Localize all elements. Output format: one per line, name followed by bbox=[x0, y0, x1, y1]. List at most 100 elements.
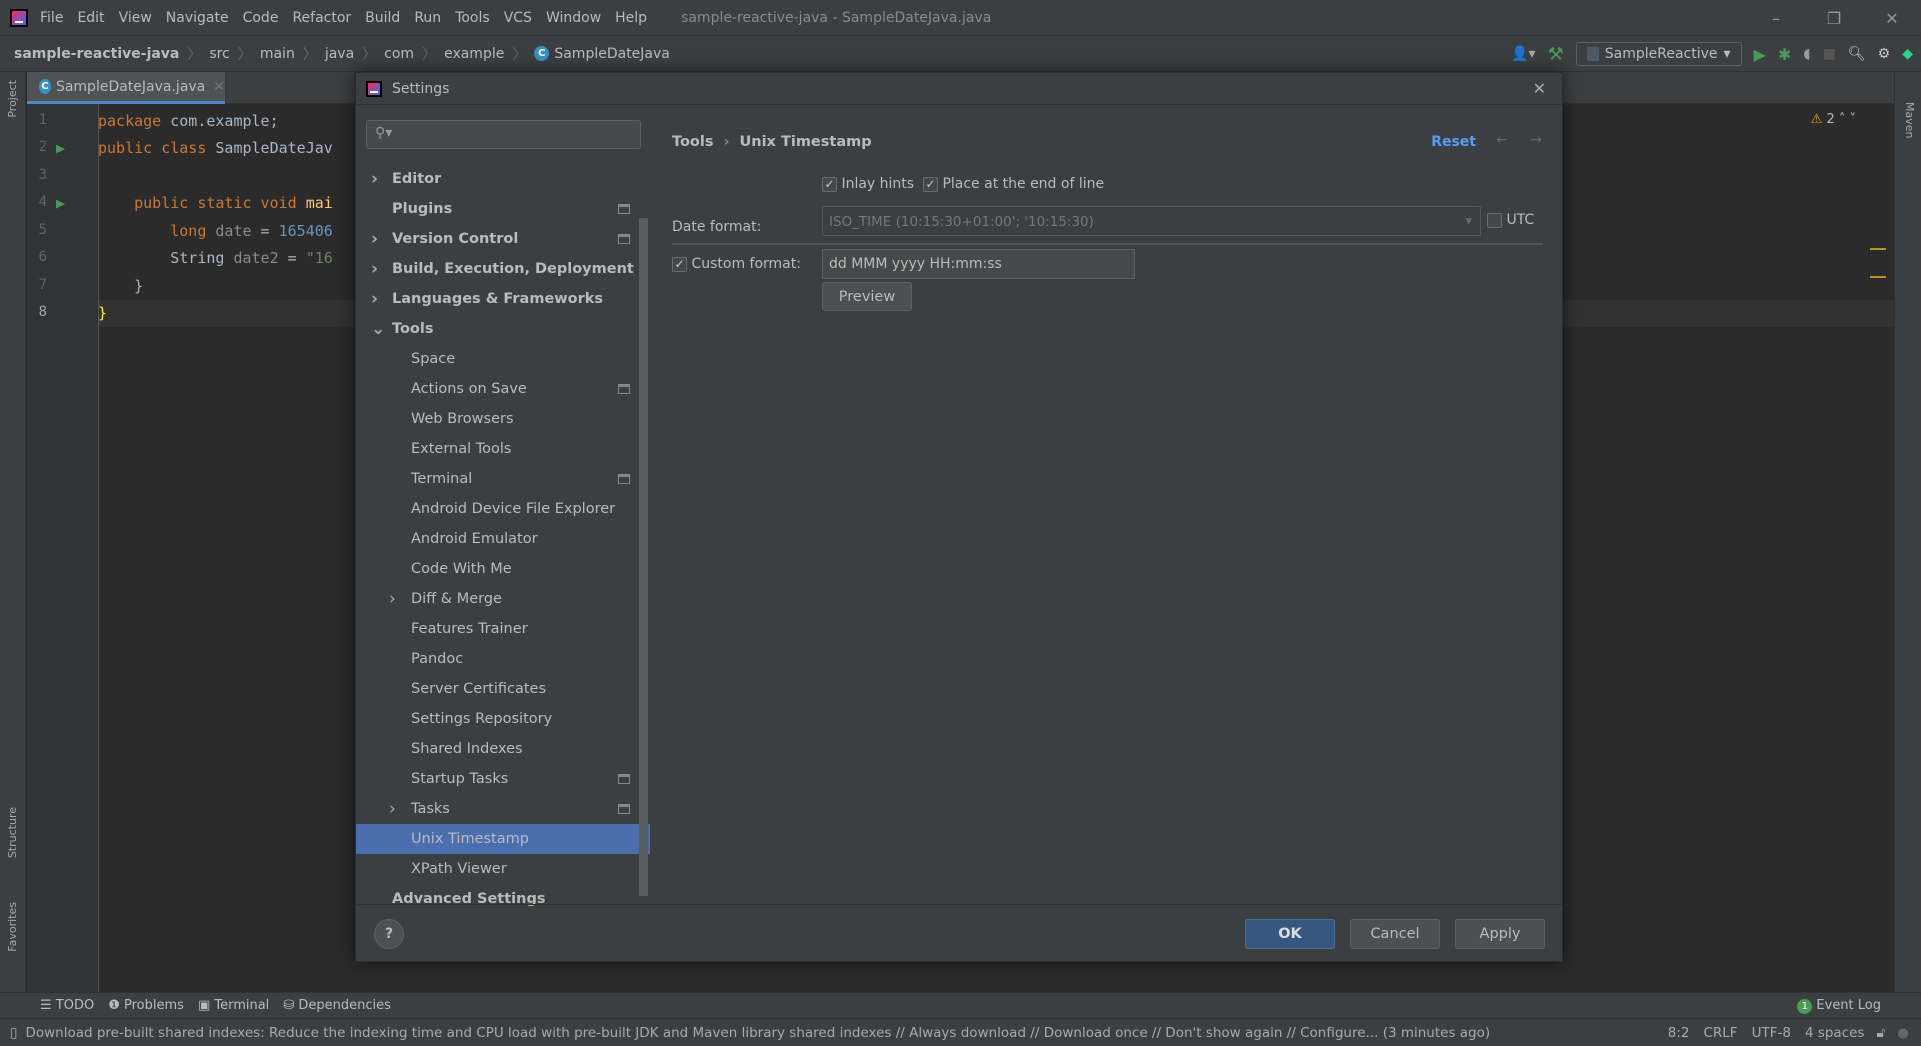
todo-tool-button[interactable]: ☰ TODO bbox=[40, 998, 94, 1013]
tree-item-editor[interactable]: › Editor bbox=[356, 164, 640, 194]
breadcrumb-com[interactable]: com bbox=[384, 46, 414, 62]
line-separator[interactable]: CRLF bbox=[1703, 1025, 1737, 1041]
tree-item-diff-merge[interactable]: › Diff & Merge bbox=[356, 584, 640, 614]
gear-icon[interactable]: ⚙ bbox=[1878, 46, 1891, 62]
lock-icon[interactable]: 🔓︎ bbox=[1876, 1025, 1885, 1041]
checkbox-checked[interactable]: ✓ bbox=[923, 176, 938, 192]
menu-build[interactable]: Build bbox=[365, 10, 400, 26]
favorites-tool-button[interactable]: Favorites bbox=[6, 902, 19, 952]
menu-edit[interactable]: Edit bbox=[77, 10, 104, 26]
breadcrumb-java[interactable]: java bbox=[325, 46, 354, 62]
run-icon[interactable]: ▶ bbox=[1754, 45, 1766, 64]
menu-refactor[interactable]: Refactor bbox=[292, 10, 351, 26]
menu-navigate[interactable]: Navigate bbox=[166, 10, 229, 26]
close-dialog-button[interactable]: ✕ bbox=[1533, 79, 1546, 98]
status-toggle-icon[interactable]: ▯ bbox=[10, 1025, 17, 1041]
tree-item-features-trainer[interactable]: Features Trainer bbox=[356, 614, 640, 644]
breadcrumb-class[interactable]: SampleDateJava bbox=[554, 46, 670, 62]
minimize-button[interactable]: – bbox=[1747, 0, 1805, 36]
debug-icon[interactable]: ✱ bbox=[1778, 45, 1791, 64]
tree-item-terminal[interactable]: Terminal bbox=[356, 464, 640, 494]
menu-window[interactable]: Window bbox=[546, 10, 601, 26]
restore-button[interactable]: ❐ bbox=[1805, 0, 1863, 36]
chevron-right-icon[interactable]: › bbox=[371, 259, 378, 279]
chevron-right-icon[interactable]: › bbox=[389, 799, 396, 819]
help-button[interactable]: ? bbox=[374, 919, 404, 949]
ok-button[interactable]: OK bbox=[1245, 919, 1335, 949]
tree-item-actions-on-save[interactable]: Actions on Save bbox=[356, 374, 640, 404]
tree-item-build-execution-deployment[interactable]: › Build, Execution, Deployment bbox=[356, 254, 640, 284]
tree-item-shared-indexes[interactable]: Shared Indexes bbox=[356, 734, 640, 764]
memory-indicator-icon[interactable]: ● bbox=[1897, 1025, 1909, 1041]
chevron-right-icon[interactable]: › bbox=[371, 229, 378, 249]
breadcrumb-main[interactable]: main bbox=[260, 46, 295, 62]
preview-button[interactable]: Preview bbox=[822, 282, 912, 311]
tree-item-external-tools[interactable]: External Tools bbox=[356, 434, 640, 464]
tree-item-android-emulator[interactable]: Android Emulator bbox=[356, 524, 640, 554]
chevron-right-icon[interactable]: › bbox=[371, 289, 378, 309]
caret-position[interactable]: 8:2 bbox=[1668, 1025, 1690, 1041]
tree-item-server-certificates[interactable]: Server Certificates bbox=[356, 674, 640, 704]
event-log-button[interactable]: 1 Event Log bbox=[1797, 998, 1881, 1014]
chevron-down-icon[interactable]: ⌄ bbox=[371, 319, 385, 339]
date-format-select[interactable]: ISO_TIME (10:15:30+01:00'; '10:15:30) ▾ bbox=[822, 206, 1481, 236]
tree-item-web-browsers[interactable]: Web Browsers bbox=[356, 404, 640, 434]
tree-item-version-control[interactable]: › Version Control bbox=[356, 224, 640, 254]
tree-item-unix-timestamp[interactable]: Unix Timestamp bbox=[356, 824, 650, 854]
checkbox-checked[interactable]: ✓ bbox=[822, 176, 837, 192]
back-arrow-icon[interactable]: ← bbox=[1496, 132, 1508, 148]
project-tool-button[interactable]: Project bbox=[6, 80, 19, 118]
toolbox-icon[interactable]: ◆ bbox=[1902, 46, 1913, 62]
menu-tools[interactable]: Tools bbox=[455, 10, 490, 26]
tree-item-android-device-file-explorer[interactable]: Android Device File Explorer bbox=[356, 494, 640, 524]
chevron-right-icon[interactable]: › bbox=[389, 589, 396, 609]
settings-search-input[interactable]: ⚲▾ bbox=[366, 120, 641, 149]
cancel-button[interactable]: Cancel bbox=[1350, 919, 1440, 949]
run-gutter-icon[interactable]: ▶ bbox=[56, 194, 65, 212]
structure-tool-button[interactable]: Structure bbox=[6, 807, 19, 858]
menu-vcs[interactable]: VCS bbox=[504, 10, 532, 26]
build-hammer-icon[interactable]: ⚒ bbox=[1548, 44, 1564, 65]
custom-format-input[interactable] bbox=[822, 249, 1135, 279]
chevron-right-icon[interactable]: › bbox=[371, 169, 378, 189]
tree-item-languages-frameworks[interactable]: › Languages & Frameworks bbox=[356, 284, 640, 314]
utc-checkbox[interactable]: UTC bbox=[1487, 212, 1534, 228]
reset-link[interactable]: Reset bbox=[1431, 134, 1476, 150]
warning-stripe[interactable] bbox=[1870, 248, 1886, 250]
custom-format-checkbox[interactable]: ✓ Custom format: bbox=[672, 256, 801, 272]
tree-scrollbar[interactable] bbox=[639, 218, 648, 896]
menu-code[interactable]: Code bbox=[243, 10, 279, 26]
run-configuration-select[interactable]: SampleReactive ▾ bbox=[1575, 42, 1742, 66]
tree-item-space[interactable]: Space bbox=[356, 344, 640, 374]
maven-tool-button[interactable]: Maven bbox=[1903, 102, 1916, 138]
problems-tool-button[interactable]: ❶ Problems bbox=[108, 998, 184, 1013]
tab-sampledatejava[interactable]: C SampleDateJava.java ✕ bbox=[27, 72, 225, 104]
tree-item-xpath-viewer[interactable]: XPath Viewer bbox=[356, 854, 640, 884]
end-of-line-checkbox[interactable]: ✓ Place at the end of line bbox=[923, 176, 1104, 192]
inspection-widget[interactable]: ⚠ 2 ˄ ˅ bbox=[1811, 112, 1856, 127]
breadcrumb-src[interactable]: src bbox=[209, 46, 229, 62]
account-icon[interactable]: 👤▾ bbox=[1511, 46, 1535, 62]
coverage-icon[interactable]: ◖ bbox=[1803, 46, 1810, 62]
forward-arrow-icon[interactable]: → bbox=[1530, 132, 1542, 148]
breadcrumb-project[interactable]: sample-reactive-java bbox=[14, 46, 179, 62]
tree-item-tasks[interactable]: › Tasks bbox=[356, 794, 640, 824]
inlay-hints-checkbox[interactable]: ✓ Inlay hints bbox=[822, 176, 914, 192]
tree-item-settings-repository[interactable]: Settings Repository bbox=[356, 704, 640, 734]
stop-icon[interactable]: ■ bbox=[1823, 46, 1836, 62]
close-window-button[interactable]: ✕ bbox=[1863, 0, 1921, 36]
menu-help[interactable]: Help bbox=[615, 10, 647, 26]
menu-file[interactable]: File bbox=[40, 10, 63, 26]
close-tab-icon[interactable]: ✕ bbox=[213, 79, 225, 95]
tree-item-code-with-me[interactable]: Code With Me bbox=[356, 554, 640, 584]
tree-item-plugins[interactable]: Plugins bbox=[356, 194, 640, 224]
menu-run[interactable]: Run bbox=[414, 10, 441, 26]
warning-stripe[interactable] bbox=[1870, 276, 1886, 278]
menu-view[interactable]: View bbox=[119, 10, 152, 26]
apply-button[interactable]: Apply bbox=[1455, 919, 1545, 949]
status-message[interactable]: Download pre-built shared indexes: Reduc… bbox=[25, 1025, 1490, 1041]
tree-item-tools[interactable]: ⌄ Tools bbox=[356, 314, 640, 344]
tree-item-startup-tasks[interactable]: Startup Tasks bbox=[356, 764, 640, 794]
dependencies-tool-button[interactable]: ⛁ Dependencies bbox=[283, 998, 391, 1013]
run-gutter-icon[interactable]: ▶ bbox=[56, 139, 65, 157]
